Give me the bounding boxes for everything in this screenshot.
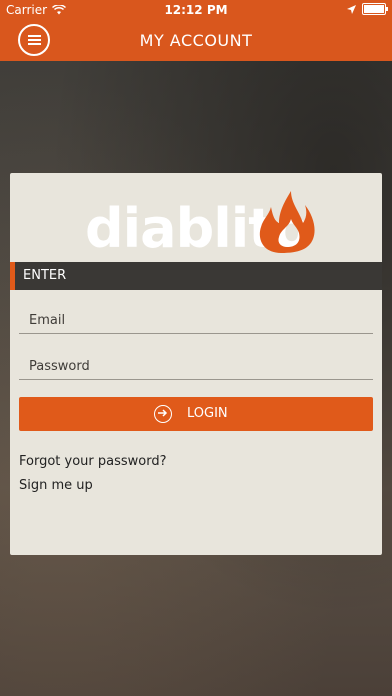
section-label: ENTER (23, 268, 67, 283)
arrow-circle-icon (154, 405, 172, 423)
password-field[interactable] (19, 355, 373, 378)
sign-up-link[interactable]: Sign me up (19, 478, 93, 493)
battery-icon (362, 3, 388, 15)
status-time: 12:12 PM (164, 3, 228, 17)
section-accent (10, 262, 15, 290)
page-title: MY ACCOUNT (139, 31, 253, 50)
login-card: diablito ENTER LOGIN Forgot your passwor… (10, 173, 382, 555)
diablito-logo: diablito (85, 191, 315, 255)
nav-bar: MY ACCOUNT (0, 20, 392, 61)
forgot-password-link[interactable]: Forgot your password? (19, 454, 167, 469)
enter-section-header: ENTER (10, 262, 382, 290)
email-field[interactable] (19, 309, 373, 332)
status-right (347, 3, 388, 15)
status-bar: Carrier 12:12 PM (0, 0, 392, 20)
login-button-label: LOGIN (187, 406, 228, 421)
login-button[interactable]: LOGIN (19, 397, 373, 431)
location-icon (347, 4, 356, 14)
password-field-wrapper (19, 355, 373, 380)
email-field-wrapper (19, 309, 373, 334)
